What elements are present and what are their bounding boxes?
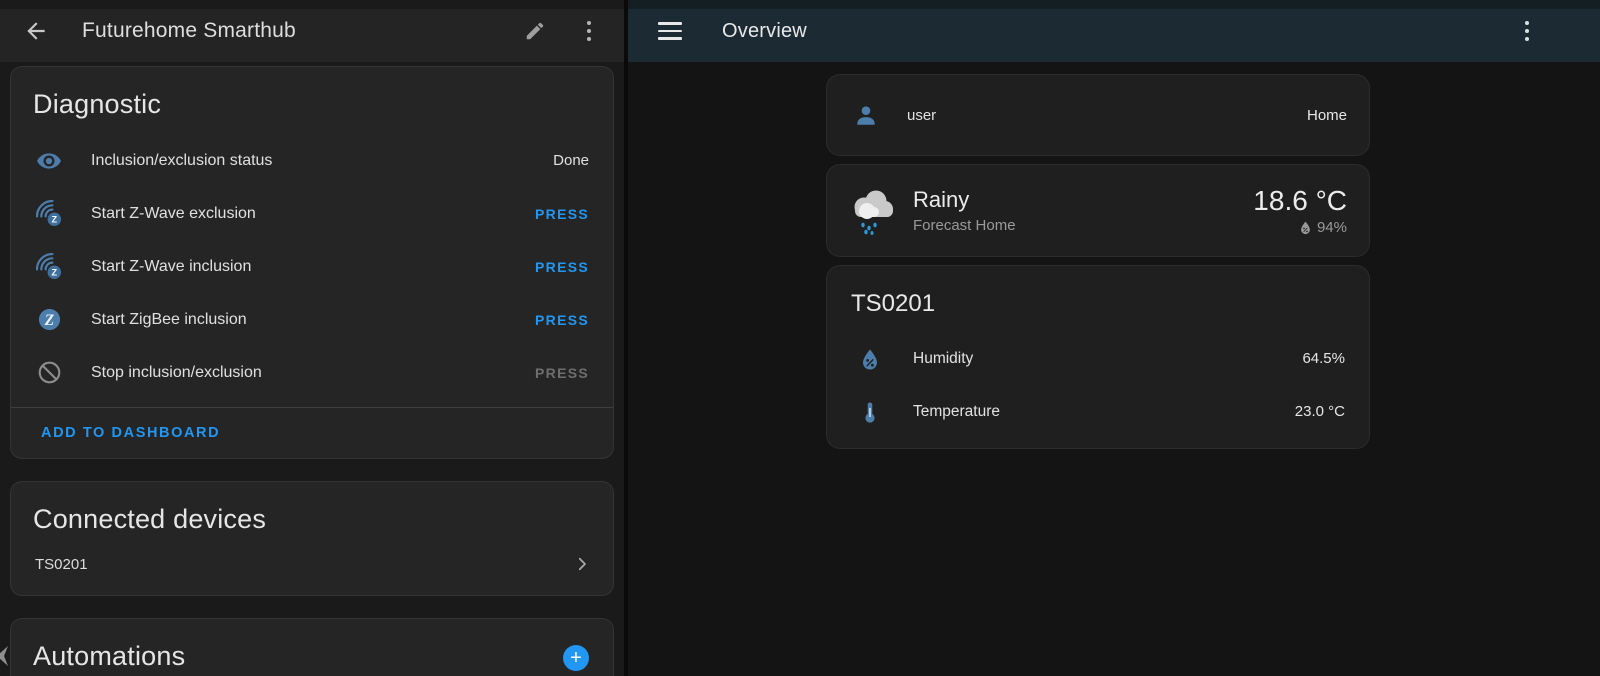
person-icon (853, 102, 879, 128)
diagnostic-row-zwave-inclusion: Z Start Z-Wave inclusion PRESS (11, 240, 613, 293)
zigbee-icon: Z (35, 306, 63, 334)
connected-devices-title: Connected devices (11, 482, 613, 549)
kebab-menu-icon[interactable] (1512, 16, 1542, 46)
back-arrow-icon[interactable] (22, 17, 50, 45)
mouse-cursor-artifact (0, 646, 10, 666)
diagnostic-row-label: Start Z-Wave inclusion (91, 258, 535, 276)
connected-device-row[interactable]: TS0201 (11, 549, 613, 595)
sensor-card-title: TS0201 (827, 266, 1369, 332)
chevron-right-icon (573, 555, 591, 573)
app-window: Futurehome Smarthub Diagnostic (0, 0, 1600, 676)
diagnostic-card-footer: ADD TO DASHBOARD (11, 408, 613, 458)
statusbar-shade (0, 0, 624, 9)
weather-card[interactable]: Rainy Forecast Home 18.6 °C (826, 164, 1370, 257)
svg-text:Z: Z (51, 268, 57, 278)
block-icon (35, 359, 63, 387)
left-header: Futurehome Smarthub (0, 0, 624, 62)
diagnostic-row-value: Done (553, 152, 589, 169)
thermometer-icon (857, 399, 883, 425)
automations-title: Automations (11, 619, 613, 676)
press-button-disabled: PRESS (535, 359, 589, 387)
left-content: Diagnostic Inclusion/exclusion status Do… (0, 62, 624, 676)
diagnostic-card: Diagnostic Inclusion/exclusion status Do… (10, 66, 614, 459)
press-button[interactable]: PRESS (535, 306, 589, 334)
zwave-icon: Z (35, 253, 63, 281)
diagnostic-row-label: Start Z-Wave exclusion (91, 205, 535, 223)
hamburger-menu-icon[interactable] (658, 22, 682, 40)
statusbar-shade (628, 0, 1600, 9)
sensor-value: 64.5% (1302, 350, 1345, 367)
overview-title: Overview (722, 20, 1512, 43)
weather-subtitle: Forecast Home (913, 217, 1253, 234)
diagnostic-row-zwave-exclusion: Z Start Z-Wave exclusion PRESS (11, 187, 613, 240)
weather-main: Rainy Forecast Home (913, 187, 1253, 233)
diagnostic-row-label: Inclusion/exclusion status (91, 152, 553, 170)
press-button[interactable]: PRESS (535, 200, 589, 228)
connected-devices-card: Connected devices TS0201 (10, 481, 614, 596)
diagnostic-row-label: Stop inclusion/exclusion (91, 364, 535, 382)
svg-text:Z: Z (43, 312, 53, 329)
left-panel-title: Futurehome Smarthub (82, 19, 520, 43)
device-detail-panel: Futurehome Smarthub Diagnostic (0, 0, 628, 676)
diagnostic-card-title: Diagnostic (11, 67, 613, 134)
diagnostic-row-inclusion-status: Inclusion/exclusion status Done (11, 134, 613, 187)
user-entity-state: Home (1307, 107, 1347, 124)
rainy-cloud-icon (847, 185, 899, 237)
diagnostic-row-zigbee-inclusion: Z Start ZigBee inclusion PRESS (11, 293, 613, 346)
user-entity-card[interactable]: user Home (826, 74, 1370, 156)
press-button[interactable]: PRESS (535, 253, 589, 281)
add-to-dashboard-button[interactable]: ADD TO DASHBOARD (41, 425, 220, 441)
weather-readings: 18.6 °C 94% (1253, 185, 1347, 236)
overview-panel: Overview user Home (628, 0, 1600, 676)
automations-card: Automations + (10, 618, 614, 676)
weather-condition: Rainy (913, 187, 1253, 213)
edit-pencil-icon[interactable] (520, 16, 550, 46)
sensor-row-humidity[interactable]: Humidity 64.5% (827, 332, 1369, 385)
kebab-menu-icon[interactable] (574, 16, 604, 46)
water-percent-icon (857, 346, 883, 372)
zwave-icon: Z (35, 200, 63, 228)
eye-icon (35, 147, 63, 175)
user-entity-name: user (907, 107, 1307, 124)
device-name: TS0201 (35, 556, 573, 573)
sensor-value: 23.0 °C (1295, 403, 1345, 420)
svg-text:Z: Z (51, 215, 57, 225)
sensor-label: Temperature (913, 403, 1295, 421)
diagnostic-row-stop-inclusion: Stop inclusion/exclusion PRESS (11, 346, 613, 399)
overview-content: user Home (826, 62, 1370, 449)
diagnostic-row-label: Start ZigBee inclusion (91, 311, 535, 329)
weather-humidity-value: 94% (1317, 219, 1347, 236)
weather-temperature: 18.6 °C (1253, 185, 1347, 217)
sensor-device-card: TS0201 Humidity 64.5% (826, 265, 1370, 449)
weather-humidity: 94% (1253, 219, 1347, 236)
plus-circle-icon[interactable]: + (563, 645, 589, 671)
sensor-label: Humidity (913, 350, 1302, 368)
right-header: Overview (628, 0, 1600, 62)
sensor-row-temperature[interactable]: Temperature 23.0 °C (827, 385, 1369, 438)
water-percent-icon (1298, 220, 1313, 235)
